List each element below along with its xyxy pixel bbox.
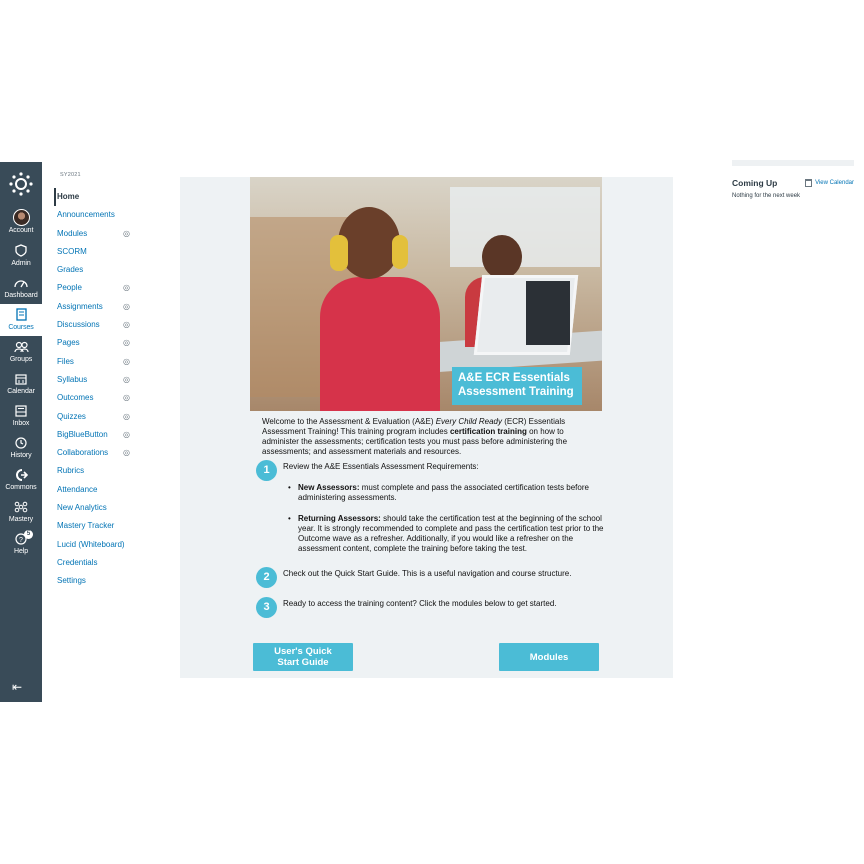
canvas-logo-icon[interactable] xyxy=(9,172,33,196)
step-text: Ready to access the training content? Cl… xyxy=(283,599,557,608)
global-nav-mastery[interactable]: Mastery xyxy=(0,496,42,528)
global-nav-dashboard[interactable]: Dashboard xyxy=(0,272,42,304)
global-nav-inbox[interactable]: Inbox xyxy=(0,400,42,432)
course-nav-settings[interactable]: Settings xyxy=(54,572,144,590)
svg-text:?: ? xyxy=(19,537,23,544)
calendar-icon xyxy=(805,179,813,187)
book-icon xyxy=(15,308,27,321)
global-nav-label: Mastery xyxy=(8,516,34,523)
eye-hidden-icon: ◎ xyxy=(123,228,130,238)
step-text: Review the A&E Essentials Assessment Req… xyxy=(283,462,479,471)
global-nav-history[interactable]: History xyxy=(0,432,42,464)
modules-button[interactable]: Modules xyxy=(499,643,599,671)
course-nav-home[interactable]: Home xyxy=(54,188,144,207)
eye-hidden-icon: ◎ xyxy=(123,374,130,384)
canvas-page: Account Admin Dashboard Courses Groups C… xyxy=(0,0,864,864)
inbox-icon xyxy=(15,404,27,417)
course-nav-pages[interactable]: Pages ◎ xyxy=(54,334,144,352)
course-nav-people[interactable]: People ◎ xyxy=(54,279,144,297)
global-nav-label: Dashboard xyxy=(4,292,38,299)
eye-hidden-icon: ◎ xyxy=(123,301,130,311)
course-nav-scorm[interactable]: SCORM xyxy=(54,243,144,261)
coming-up-heading: Coming Up xyxy=(732,178,778,188)
course-nav-files[interactable]: Files ◎ xyxy=(54,353,144,371)
global-nav-label: Inbox xyxy=(12,420,30,427)
course-nav-quizzes[interactable]: Quizzes ◎ xyxy=(54,408,144,426)
global-nav-label: Admin xyxy=(11,260,31,267)
bullet-returning-assessors: Returning Assessors: should take the cer… xyxy=(288,514,608,554)
global-nav-courses[interactable]: Courses xyxy=(0,304,42,336)
course-nav-new-analytics[interactable]: New Analytics xyxy=(54,499,144,517)
global-nav-label: History xyxy=(10,452,32,459)
eye-hidden-icon: ◎ xyxy=(123,320,130,330)
course-nav-announcements[interactable]: Announcements xyxy=(54,206,144,224)
course-nav-assignments[interactable]: Assignments ◎ xyxy=(54,298,144,316)
course-nav-syllabus[interactable]: Syllabus ◎ xyxy=(54,371,144,389)
course-nav-lucid[interactable]: Lucid (Whiteboard) xyxy=(54,536,144,554)
global-nav-calendar[interactable]: Calendar xyxy=(0,368,42,400)
view-calendar-link[interactable]: View Calendar xyxy=(805,179,854,187)
eye-hidden-icon: ◎ xyxy=(123,411,130,421)
global-nav-help[interactable]: ? 5 Help xyxy=(0,528,42,560)
groups-icon xyxy=(13,341,29,352)
global-nav-groups[interactable]: Groups xyxy=(0,336,42,368)
step-text: Check out the Quick Start Guide. This is… xyxy=(283,569,572,578)
shield-icon xyxy=(15,244,27,257)
global-nav-admin[interactable]: Admin xyxy=(0,240,42,272)
global-nav-label: Groups xyxy=(9,356,33,363)
global-nav-label: Courses xyxy=(8,324,34,331)
course-nav-credentials[interactable]: Credentials xyxy=(54,554,144,572)
course-nav: SY2021 Home Announcements Modules ◎ SCORM… xyxy=(54,172,144,591)
step-number: 2 xyxy=(256,567,277,588)
course-nav-grades[interactable]: Grades xyxy=(54,261,144,279)
eye-hidden-icon: ◎ xyxy=(123,429,130,439)
course-nav-discussions[interactable]: Discussions ◎ xyxy=(54,316,144,334)
step-number: 3 xyxy=(256,597,277,618)
intro-paragraph: Welcome to the Assessment & Evaluation (… xyxy=(262,417,568,456)
right-sidebar: Coming Up View Calendar Nothing for the … xyxy=(732,160,854,199)
course-home-content: A&E ECR Essentials Assessment Training W… xyxy=(180,177,673,678)
quick-start-guide-button[interactable]: User's Quick Start Guide xyxy=(253,643,353,671)
course-nav-mastery-tracker[interactable]: Mastery Tracker xyxy=(54,517,144,535)
global-nav-label: Commons xyxy=(5,484,37,491)
step-number: 1 xyxy=(256,460,277,481)
collapse-icon[interactable]: ⇤ xyxy=(12,680,22,694)
course-nav-attendance[interactable]: Attendance xyxy=(54,481,144,499)
calendar-icon xyxy=(15,373,27,385)
course-nav-outcomes[interactable]: Outcomes ◎ xyxy=(54,389,144,407)
avatar xyxy=(12,209,30,227)
help-badge: 5 xyxy=(24,530,33,539)
global-nav-label: Account xyxy=(8,227,34,234)
sidebar-divider xyxy=(732,160,854,166)
mastery-icon xyxy=(14,501,28,512)
course-term: SY2021 xyxy=(60,172,81,178)
commons-icon xyxy=(15,468,28,481)
course-nav-collaborations[interactable]: Collaborations ◎ xyxy=(54,444,144,462)
hero-title: A&E ECR Essentials Assessment Training xyxy=(452,367,582,405)
eye-hidden-icon: ◎ xyxy=(123,283,130,293)
eye-hidden-icon: ◎ xyxy=(123,448,130,458)
course-nav-bigbluebutton[interactable]: BigBlueButton ◎ xyxy=(54,426,144,444)
global-nav-account[interactable]: Account xyxy=(0,207,42,239)
eye-hidden-icon: ◎ xyxy=(123,356,130,366)
bullet-new-assessors: New Assessors: must complete and pass th… xyxy=(288,483,608,503)
global-nav: Account Admin Dashboard Courses Groups C… xyxy=(0,162,42,702)
global-nav-label: Calendar xyxy=(7,388,35,395)
hero-image: A&E ECR Essentials Assessment Training xyxy=(250,177,602,411)
dashboard-icon xyxy=(14,280,28,288)
global-nav-commons[interactable]: Commons xyxy=(0,464,42,496)
coming-up-empty: Nothing for the next week xyxy=(732,193,801,199)
eye-hidden-icon: ◎ xyxy=(123,338,130,348)
clock-icon xyxy=(15,436,27,449)
course-nav-rubrics[interactable]: Rubrics xyxy=(54,462,144,480)
eye-hidden-icon: ◎ xyxy=(123,393,130,403)
course-nav-modules[interactable]: Modules ◎ xyxy=(54,225,144,243)
global-nav-label: Help xyxy=(14,548,28,555)
